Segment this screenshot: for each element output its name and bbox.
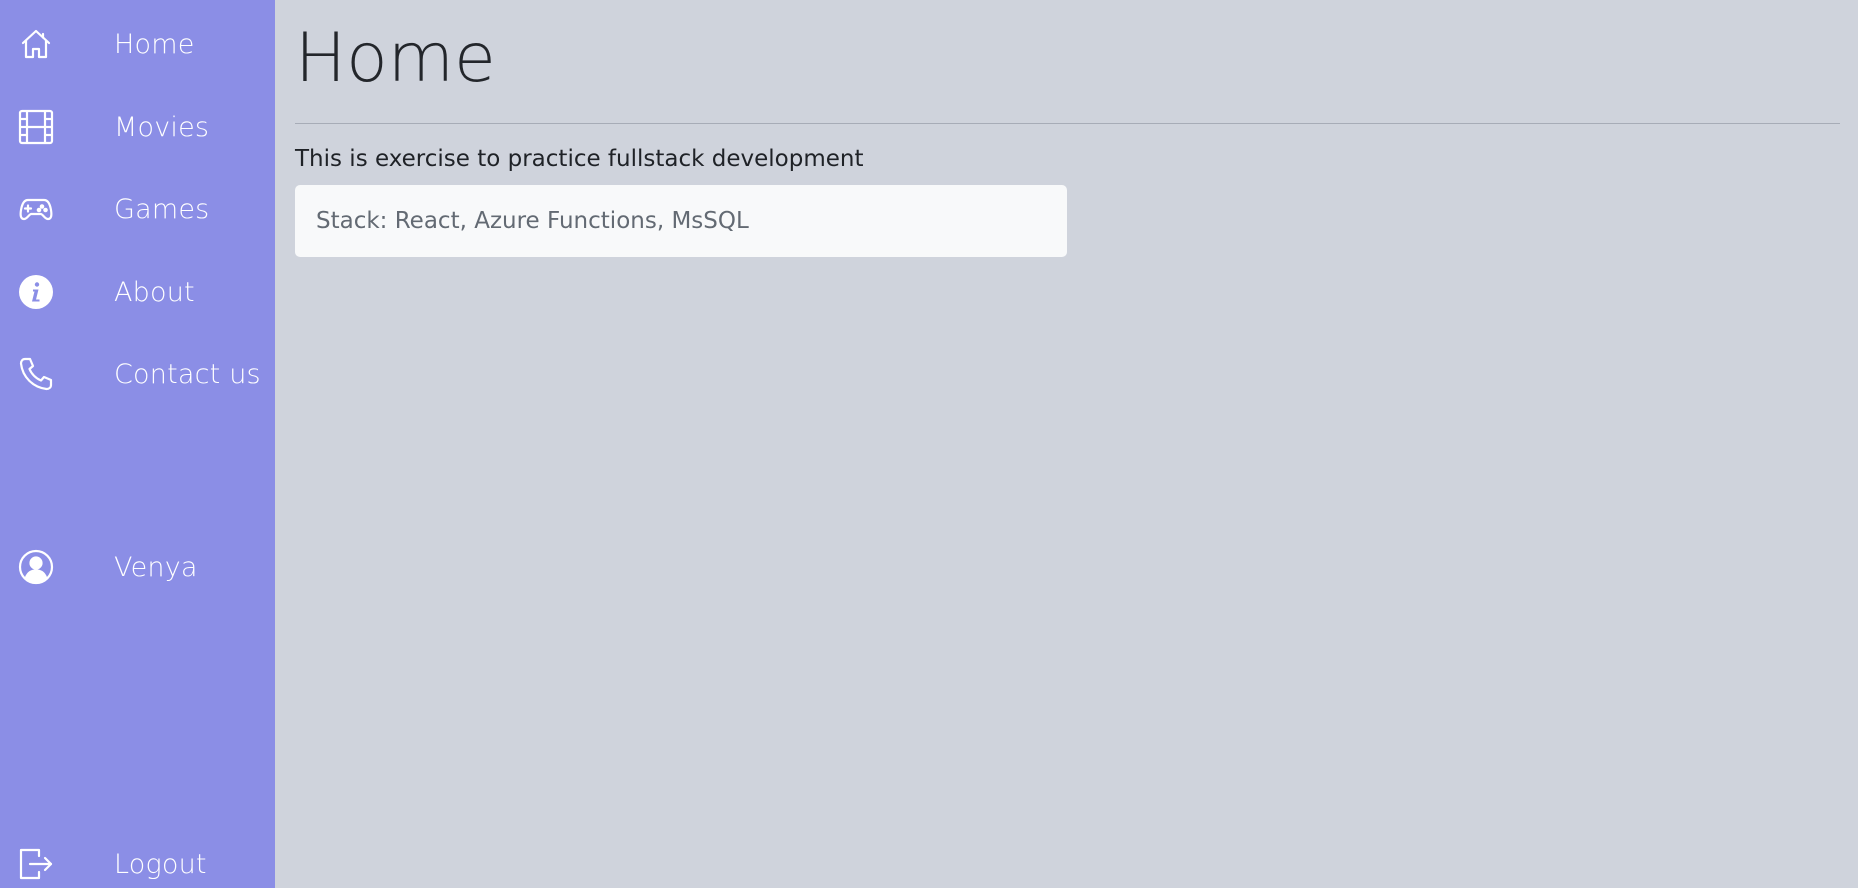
user-circle-icon bbox=[18, 549, 54, 585]
phone-icon bbox=[18, 356, 54, 392]
sidebar-item-home[interactable]: Home bbox=[0, 14, 275, 74]
sidebar-item-label: Home bbox=[114, 28, 195, 60]
info-icon bbox=[18, 274, 54, 310]
page-description: This is exercise to practice fullstack d… bbox=[295, 146, 864, 172]
sidebar-item-user[interactable]: Venya bbox=[0, 537, 275, 597]
sidebar-item-about[interactable]: About bbox=[0, 262, 275, 322]
page-title: Home bbox=[295, 19, 496, 98]
film-icon bbox=[18, 109, 54, 145]
sidebar-item-label: Venya bbox=[114, 551, 198, 583]
sidebar-item-label: Movies bbox=[114, 111, 210, 143]
stack-card: Stack: React, Azure Functions, MsSQL bbox=[295, 185, 1067, 257]
title-divider bbox=[295, 123, 1840, 124]
sidebar-item-label: Games bbox=[114, 193, 210, 225]
sidebar-item-contact-us[interactable]: Contact us bbox=[0, 344, 275, 404]
sidebar-item-games[interactable]: Games bbox=[0, 179, 275, 239]
sidebar-item-logout[interactable]: Logout bbox=[0, 834, 275, 888]
sidebar-item-label: Logout bbox=[114, 848, 207, 880]
stack-text: Stack: React, Azure Functions, MsSQL bbox=[316, 208, 749, 234]
logout-icon bbox=[18, 846, 54, 882]
home-icon bbox=[18, 26, 54, 62]
sidebar-item-movies[interactable]: Movies bbox=[0, 97, 275, 157]
main-content: Home This is exercise to practice fullst… bbox=[275, 0, 1858, 888]
gamepad-icon bbox=[18, 191, 54, 227]
sidebar-item-label: Contact us bbox=[114, 358, 261, 390]
sidebar: Home Movies Games About Contact us Venya… bbox=[0, 0, 275, 888]
sidebar-item-label: About bbox=[114, 276, 195, 308]
